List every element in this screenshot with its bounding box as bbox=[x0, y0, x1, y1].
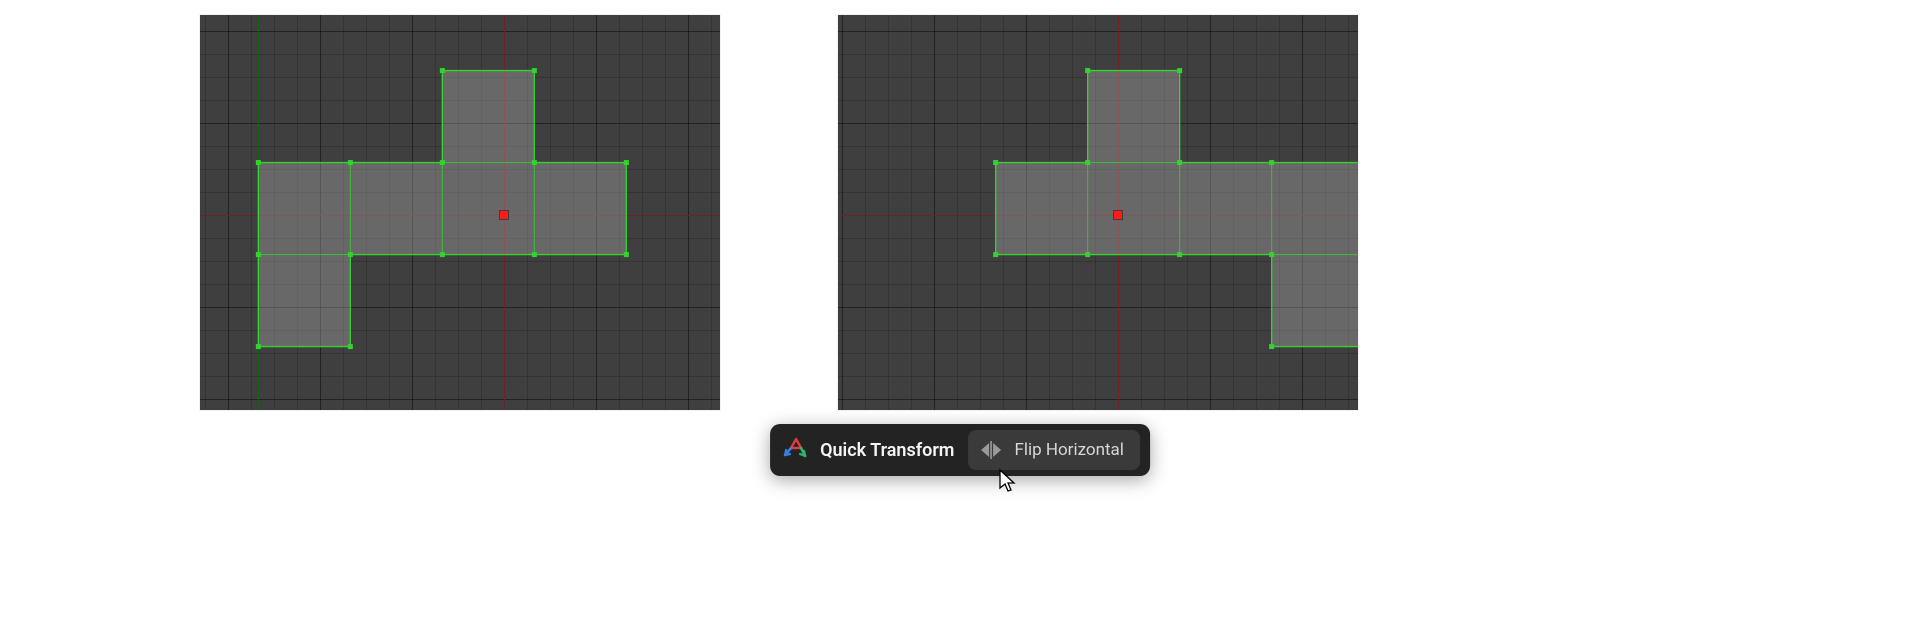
uv-vertex[interactable] bbox=[348, 160, 353, 165]
uv-shape-after[interactable] bbox=[838, 15, 1138, 165]
uv-face[interactable] bbox=[258, 255, 350, 347]
flip-horizontal-icon bbox=[980, 440, 1002, 460]
uv-vertex[interactable] bbox=[256, 344, 261, 349]
uv-vertex[interactable] bbox=[1085, 252, 1090, 257]
pivot-point[interactable] bbox=[1114, 211, 1122, 219]
stage: Quick Transform Flip Horizontal bbox=[0, 0, 1920, 640]
uv-shape-before[interactable] bbox=[200, 15, 500, 165]
uv-vertex[interactable] bbox=[532, 68, 537, 73]
uv-face[interactable] bbox=[1272, 255, 1358, 347]
uv-vertex[interactable] bbox=[440, 252, 445, 257]
uv-vertex[interactable] bbox=[1177, 252, 1182, 257]
uv-vertex[interactable] bbox=[1269, 160, 1274, 165]
uv-vertex[interactable] bbox=[1177, 68, 1182, 73]
flip-horizontal-label: Flip Horizontal bbox=[1014, 440, 1123, 460]
uv-face[interactable] bbox=[442, 163, 534, 255]
uv-vertex[interactable] bbox=[440, 68, 445, 73]
toolbar-title: Quick Transform bbox=[820, 440, 954, 461]
uv-face[interactable] bbox=[1088, 71, 1180, 163]
uv-vertex[interactable] bbox=[1085, 160, 1090, 165]
uv-vertex[interactable] bbox=[1269, 252, 1274, 257]
uv-face[interactable] bbox=[442, 71, 534, 163]
uv-face[interactable] bbox=[350, 163, 442, 255]
uv-viewport-before[interactable] bbox=[200, 15, 720, 410]
uv-face[interactable] bbox=[1088, 163, 1180, 255]
uv-vertex[interactable] bbox=[993, 160, 998, 165]
flip-horizontal-button[interactable]: Flip Horizontal bbox=[968, 430, 1139, 470]
uv-vertex[interactable] bbox=[348, 252, 353, 257]
uv-vertex[interactable] bbox=[624, 160, 629, 165]
uv-vertex[interactable] bbox=[1085, 68, 1090, 73]
uv-vertex[interactable] bbox=[256, 160, 261, 165]
uv-face[interactable] bbox=[534, 163, 626, 255]
uv-vertex[interactable] bbox=[1269, 344, 1274, 349]
uv-vertex[interactable] bbox=[256, 252, 261, 257]
uv-face[interactable] bbox=[996, 163, 1088, 255]
uv-vertex[interactable] bbox=[348, 344, 353, 349]
uv-vertex[interactable] bbox=[532, 252, 537, 257]
uv-vertex[interactable] bbox=[993, 252, 998, 257]
uv-vertex[interactable] bbox=[532, 160, 537, 165]
cursor-icon bbox=[998, 468, 1018, 494]
uv-face[interactable] bbox=[258, 163, 350, 255]
uv-vertex[interactable] bbox=[440, 160, 445, 165]
uv-face[interactable] bbox=[1272, 163, 1358, 255]
uv-vertex[interactable] bbox=[1177, 160, 1182, 165]
uv-face[interactable] bbox=[1180, 163, 1272, 255]
pivot-point[interactable] bbox=[500, 211, 508, 219]
quick-transform-toolbar: Quick Transform Flip Horizontal bbox=[770, 424, 1150, 476]
uv-viewport-after[interactable] bbox=[838, 15, 1358, 410]
quick-transform-icon bbox=[782, 436, 810, 464]
uv-vertex[interactable] bbox=[624, 252, 629, 257]
